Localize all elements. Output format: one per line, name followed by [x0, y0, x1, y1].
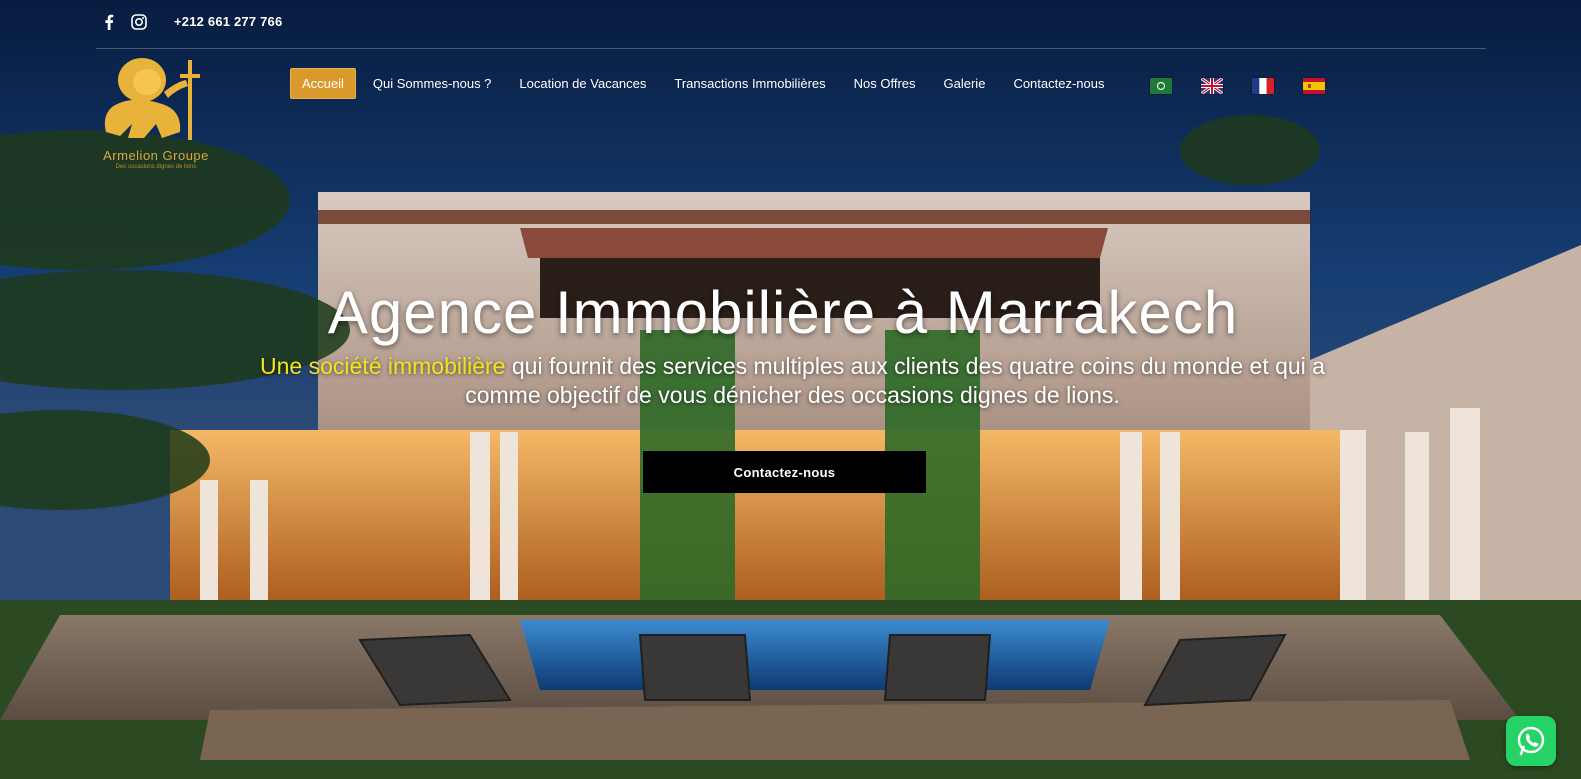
nav-item-galerie[interactable]: Galerie	[933, 69, 997, 98]
logo[interactable]: Armelion Groupe Des occasions dignes de …	[92, 52, 220, 176]
logo-tagline: Des occasions dignes de lions	[115, 164, 197, 170]
phone-number[interactable]: +212 661 277 766	[174, 14, 282, 29]
nav-item-accueil[interactable]: Accueil	[290, 67, 356, 99]
top-bar: +212 661 277 766	[96, 0, 1486, 49]
contact-cta-button[interactable]: Contactez-nous	[643, 451, 926, 493]
nav-item-contactez-nous[interactable]: Contactez-nous	[1002, 69, 1115, 98]
whatsapp-icon	[1517, 726, 1545, 756]
logo-name: Armelion Groupe	[103, 148, 209, 163]
nav-item-qui-sommes-nous[interactable]: Qui Sommes-nous ?	[362, 69, 503, 98]
hero-highlight: Une société immobilière	[260, 353, 506, 379]
hero-description-text: qui fournit des services multiples aux c…	[465, 353, 1325, 408]
flag-english-icon[interactable]	[1201, 78, 1223, 94]
flag-french-icon[interactable]	[1252, 78, 1274, 94]
nav-item-location-de-vacances[interactable]: Location de Vacances	[508, 69, 657, 98]
language-switcher	[1150, 78, 1325, 94]
facebook-icon[interactable]	[104, 14, 114, 34]
hero-title: Agence Immobilière à Marrakech	[327, 279, 1239, 346]
hero-description: Une société immobilière qui fournit des …	[255, 352, 1330, 410]
instagram-icon[interactable]	[131, 14, 147, 34]
nav-item-transactions-immobilieres[interactable]: Transactions Immobilières	[663, 69, 836, 98]
lion-logo-icon	[104, 58, 200, 140]
nav-item-nos-offres[interactable]: Nos Offres	[843, 69, 927, 98]
flag-arabic-icon[interactable]	[1150, 78, 1172, 94]
hero-section: +212 661 277 766 Armelion Groupe Des occ…	[0, 0, 1581, 779]
flag-spanish-icon[interactable]	[1303, 78, 1325, 94]
main-navigation: Accueil Qui Sommes-nous ? Location de Va…	[290, 67, 1122, 99]
whatsapp-button[interactable]	[1506, 716, 1556, 766]
